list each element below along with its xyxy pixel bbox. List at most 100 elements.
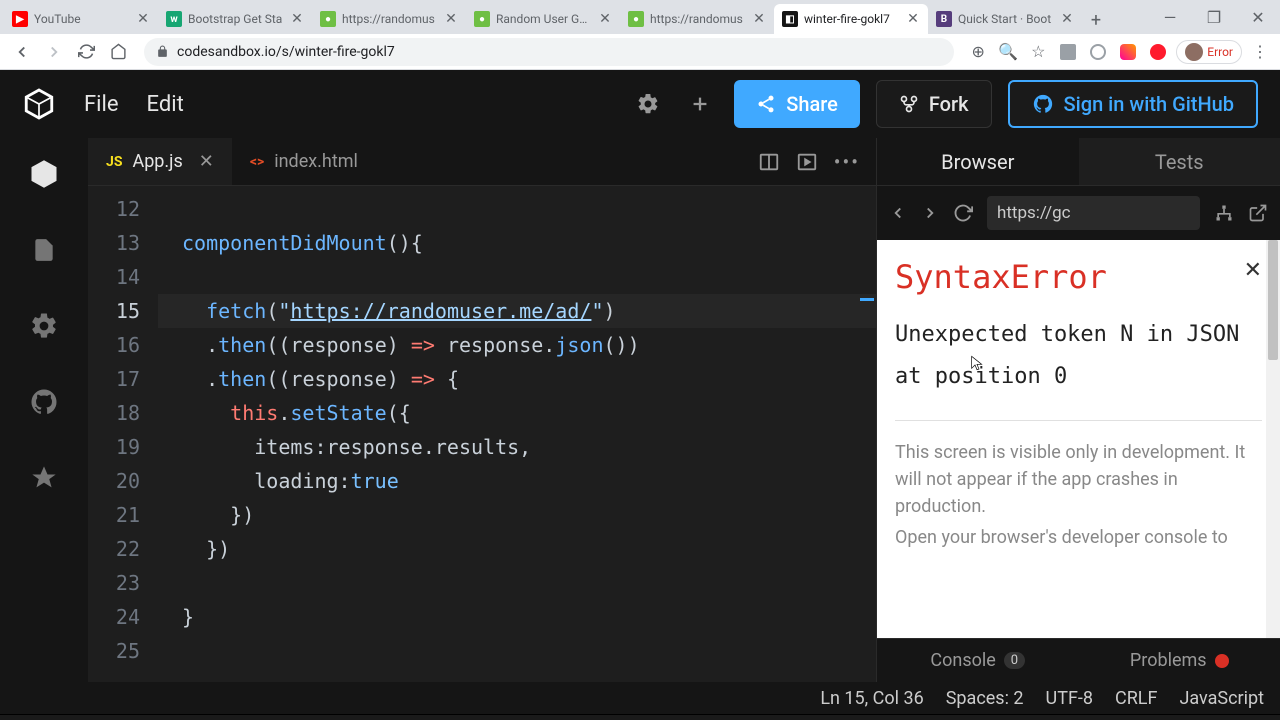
tab-title: https://randomus: [342, 12, 438, 26]
code-line[interactable]: [158, 260, 876, 294]
activity-deploy-icon[interactable]: [26, 460, 62, 496]
profile-error-pill[interactable]: Error: [1176, 40, 1242, 64]
preview-scrollbar[interactable]: [1266, 240, 1280, 638]
code-line[interactable]: items:response.results,: [158, 430, 876, 464]
browser-tab[interactable]: ●https://randomus✕: [312, 4, 466, 34]
code-editor[interactable]: 1213141516171819202122232425 componentDi…: [88, 186, 876, 682]
browser-forward-button[interactable]: [40, 38, 68, 66]
error-note-2: Open your browser's developer console to: [895, 524, 1262, 551]
browser-tab[interactable]: ●Random User Gen✕: [466, 4, 620, 34]
zoom-add-icon[interactable]: ⊕: [966, 40, 990, 64]
codesandbox-logo-icon[interactable]: [22, 87, 56, 121]
tab-close-icon[interactable]: ✕: [290, 12, 304, 26]
window-maximize-button[interactable]: ❐: [1192, 0, 1236, 34]
share-button[interactable]: Share: [734, 80, 860, 128]
preview-tab-browser[interactable]: Browser: [877, 138, 1079, 185]
preview-back-button[interactable]: [889, 204, 907, 222]
browser-tab[interactable]: BQuick Start · Boot✕: [928, 4, 1082, 34]
activity-github-icon[interactable]: [26, 384, 62, 420]
code-line[interactable]: [158, 192, 876, 226]
code-line[interactable]: fetch("https://randomuser.me/ad/"): [158, 294, 876, 328]
html-file-icon: <>: [250, 154, 264, 170]
status-bar: Ln 15, Col 36 Spaces: 2 UTF-8 CRLF JavaS…: [0, 682, 1280, 714]
new-tab-button[interactable]: +: [1082, 6, 1110, 34]
preview-external-icon[interactable]: [1248, 203, 1268, 223]
add-plus-icon[interactable]: [682, 86, 718, 122]
app-header: File Edit Share Fork Sign in with GitHub: [0, 70, 1280, 138]
more-options-icon[interactable]: •••: [834, 150, 860, 174]
console-tab[interactable]: Console 0: [877, 639, 1079, 682]
tab-close-icon[interactable]: ✕: [136, 12, 150, 26]
tab-close-icon[interactable]: ✕: [598, 12, 612, 26]
file-tab-app-js[interactable]: JS App.js ✕: [88, 138, 232, 185]
file-tab-index-html[interactable]: <> index.html: [232, 138, 376, 185]
zoom-icon[interactable]: 🔍: [996, 40, 1020, 64]
lock-icon: [156, 45, 169, 58]
extension-icon-1[interactable]: [1056, 40, 1080, 64]
code-content[interactable]: componentDidMount(){ fetch("https://rand…: [158, 186, 876, 682]
code-line[interactable]: [158, 634, 876, 668]
activity-sandbox-icon[interactable]: [26, 156, 62, 192]
code-line[interactable]: }): [158, 498, 876, 532]
status-encoding[interactable]: UTF-8: [1046, 688, 1093, 709]
close-tab-icon[interactable]: ✕: [199, 151, 214, 172]
browser-tab[interactable]: ● https://randomus ✕: [620, 4, 774, 34]
console-count-badge: 0: [1004, 652, 1025, 669]
status-cursor-pos[interactable]: Ln 15, Col 36: [820, 688, 923, 709]
tab-close-icon[interactable]: ✕: [752, 12, 766, 26]
menu-edit[interactable]: Edit: [147, 92, 184, 117]
activity-files-icon[interactable]: [26, 232, 62, 268]
settings-gear-icon[interactable]: [630, 86, 666, 122]
status-eol[interactable]: CRLF: [1115, 688, 1157, 709]
browser-reload-button[interactable]: [72, 38, 100, 66]
tab-close-icon[interactable]: ✕: [1060, 12, 1074, 26]
extension-icon-2[interactable]: [1086, 40, 1110, 64]
menu-file[interactable]: File: [84, 92, 119, 117]
preview-url-bar[interactable]: https://gc: [987, 196, 1200, 230]
tab-favicon-icon: ●: [628, 11, 644, 27]
code-line[interactable]: loading:true: [158, 464, 876, 498]
extension-icon-opera[interactable]: [1146, 40, 1170, 64]
code-line[interactable]: .then((response) => {: [158, 362, 876, 396]
status-language[interactable]: JavaScript: [1179, 688, 1264, 709]
code-line[interactable]: .then((response) => response.json()): [158, 328, 876, 362]
preview-structure-icon[interactable]: [1214, 203, 1234, 223]
fork-button[interactable]: Fork: [876, 80, 992, 128]
browser-back-button[interactable]: [8, 38, 36, 66]
bookmark-star-icon[interactable]: ☆: [1026, 40, 1050, 64]
browser-home-button[interactable]: [104, 38, 132, 66]
preview-content: Loading .... SyntaxError ✕ Unexpected to…: [877, 240, 1280, 638]
extension-icon-3[interactable]: [1116, 40, 1140, 64]
window-minimize-button[interactable]: —: [1148, 0, 1192, 34]
os-taskbar-hint: [0, 714, 1280, 720]
status-indentation[interactable]: Spaces: 2: [946, 688, 1024, 709]
problems-tab[interactable]: Problems: [1079, 639, 1280, 682]
preview-reload-button[interactable]: [953, 203, 973, 223]
window-close-button[interactable]: ✕: [1236, 0, 1280, 34]
code-line[interactable]: }): [158, 532, 876, 566]
browser-address-bar[interactable]: codesandbox.io/s/winter-fire-gokl7: [144, 38, 954, 66]
error-close-button[interactable]: ✕: [1244, 258, 1262, 283]
preview-forward-button[interactable]: [921, 204, 939, 222]
preview-tab-tests[interactable]: Tests: [1079, 138, 1280, 185]
code-line[interactable]: }: [158, 600, 876, 634]
signin-github-button[interactable]: Sign in with GitHub: [1008, 80, 1258, 128]
preview-play-icon[interactable]: [796, 151, 818, 173]
tab-favicon-icon: B: [936, 11, 952, 27]
code-line[interactable]: this.setState({: [158, 396, 876, 430]
problems-badge: [1215, 654, 1229, 668]
tab-title: https://randomus: [650, 12, 746, 26]
code-line[interactable]: [158, 566, 876, 600]
error-overlay: SyntaxError ✕ Unexpected token N in JSON…: [877, 240, 1280, 638]
activity-bar: [0, 138, 88, 682]
browser-menu-button[interactable]: ⋮: [1248, 40, 1272, 64]
code-line[interactable]: componentDidMount(){: [158, 226, 876, 260]
activity-settings-icon[interactable]: [26, 308, 62, 344]
tab-close-icon[interactable]: ✕: [444, 12, 458, 26]
tab-favicon-icon: ◧: [782, 11, 798, 27]
browser-tab[interactable]: wBootstrap Get Sta✕: [158, 4, 312, 34]
tab-close-icon[interactable]: ✕: [906, 12, 920, 26]
browser-tab[interactable]: ◧winter-fire-gokl7✕: [774, 4, 928, 34]
browser-tab[interactable]: ▶YouTube✕: [4, 4, 158, 34]
split-view-icon[interactable]: [758, 151, 780, 173]
